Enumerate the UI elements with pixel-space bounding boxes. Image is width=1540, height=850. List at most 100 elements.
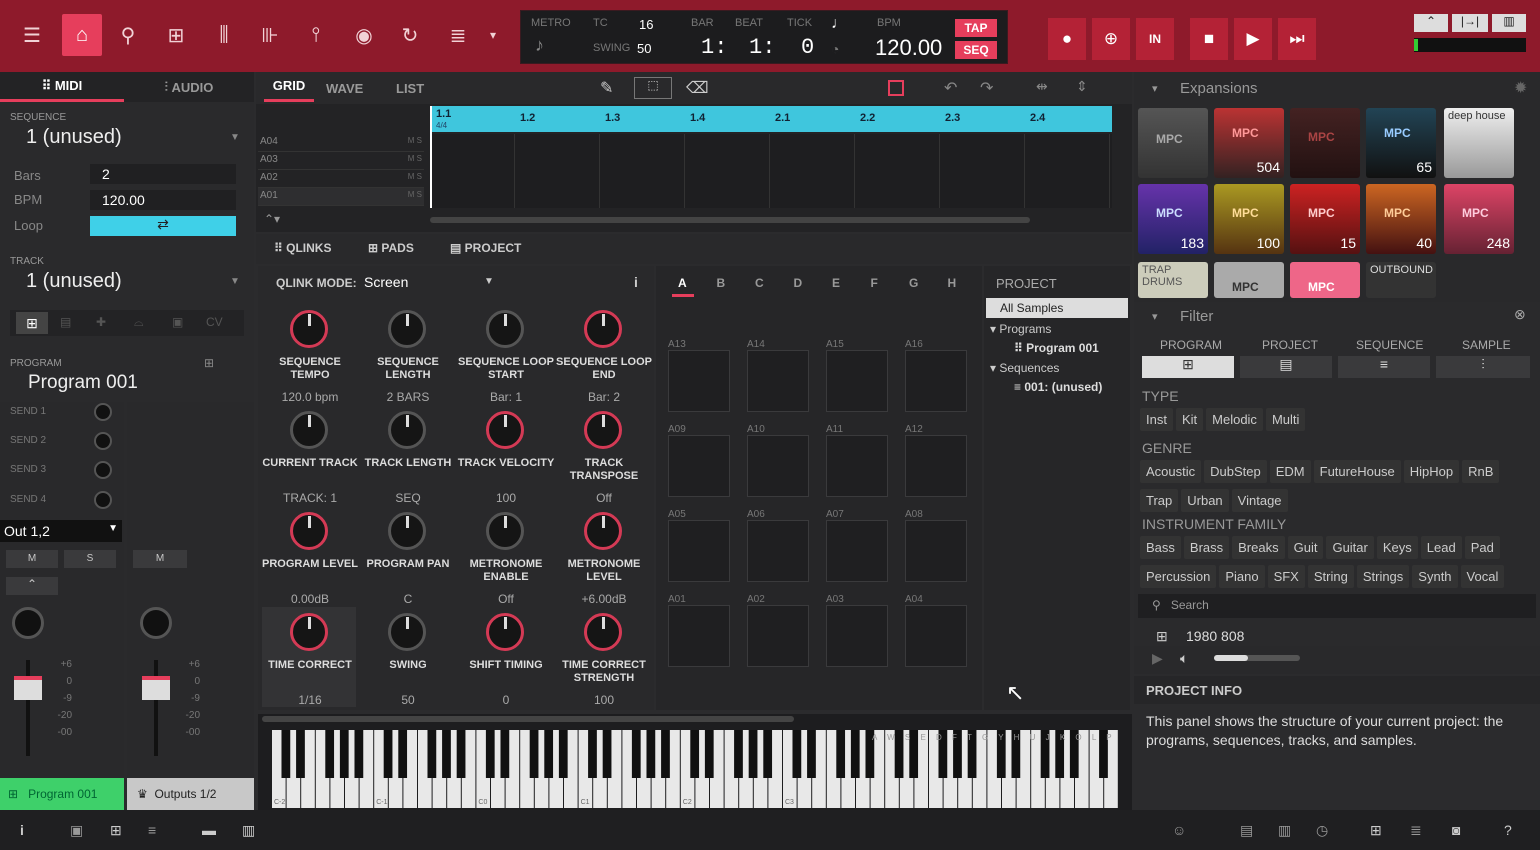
qlink-knob[interactable]	[388, 411, 426, 449]
record-button[interactable]: ●	[1048, 18, 1086, 60]
black-key[interactable]	[529, 730, 539, 778]
programs-node[interactable]: ▾ Programs	[990, 322, 1051, 336]
tick-value[interactable]: 0	[801, 35, 814, 60]
expansion-thumb[interactable]: deep house	[1444, 108, 1514, 178]
pad-a10[interactable]	[747, 435, 809, 497]
filter-chip[interactable]: Keys	[1376, 536, 1418, 559]
keyboard-icon[interactable]: ▥	[1492, 14, 1526, 32]
pad-grid-icon[interactable]: ⊞	[156, 14, 196, 56]
filter-chip[interactable]: Trap	[1140, 489, 1179, 512]
solo-button-1[interactable]: S	[64, 550, 116, 568]
mute-button-2[interactable]: M	[133, 550, 187, 568]
filter-chip[interactable]: HipHop	[1403, 460, 1460, 483]
filter-chip[interactable]: Multi	[1265, 408, 1306, 431]
qlink-knob[interactable]	[584, 512, 622, 550]
black-key[interactable]	[631, 730, 641, 778]
black-key[interactable]	[763, 730, 773, 778]
filter-chip[interactable]: Strings	[1356, 565, 1410, 588]
pad-a05[interactable]	[668, 520, 730, 582]
pad-bank-c[interactable]: C	[755, 276, 764, 290]
pad-bank-d[interactable]: D	[794, 276, 803, 290]
filter-chip[interactable]: DubStep	[1204, 460, 1267, 483]
pad-a15[interactable]	[826, 350, 888, 412]
pan-knob-1[interactable]	[12, 607, 44, 639]
info-icon[interactable]: i	[20, 822, 24, 838]
settings-icon[interactable]: ✹	[1514, 78, 1527, 98]
pad-a04[interactable]	[905, 605, 967, 667]
expansion-thumb[interactable]: MPC	[1290, 262, 1360, 298]
filter-chip[interactable]: String	[1307, 565, 1354, 588]
tab-grid[interactable]: GRID	[264, 78, 314, 102]
black-key[interactable]	[792, 730, 802, 778]
black-key[interactable]	[325, 730, 335, 778]
record-disc-icon[interactable]: ◉	[344, 14, 384, 56]
send-1-knob[interactable]	[94, 403, 112, 421]
expansion-thumb[interactable]: MPC 248	[1444, 184, 1514, 254]
record-arm-icon[interactable]	[888, 80, 904, 96]
filter-chip[interactable]: SFX	[1267, 565, 1305, 588]
bar-value[interactable]: 1:	[701, 35, 727, 60]
playhead[interactable]	[430, 106, 432, 208]
automation-icon[interactable]: ⌃	[6, 577, 58, 595]
grid-view-icon[interactable]: ⊞	[1370, 822, 1382, 839]
expansion-thumb[interactable]: MPC	[1138, 108, 1208, 178]
beat-value[interactable]: 1:	[749, 35, 775, 60]
sequences-node[interactable]: ▾ Sequences	[990, 361, 1059, 375]
expansion-thumb[interactable]: MPC 40	[1366, 184, 1436, 254]
channel-name-1[interactable]: ⊞ Program 001	[0, 778, 124, 810]
black-key[interactable]	[354, 730, 364, 778]
filter-chip[interactable]: Urban	[1181, 489, 1229, 512]
sample-edit-icon[interactable]: ⫼	[204, 14, 244, 56]
pad-bank-f[interactable]: F	[871, 276, 878, 290]
pad-bank-b[interactable]: B	[717, 276, 726, 290]
zoom-h-icon[interactable]: ⇹	[1036, 78, 1048, 95]
add-program-icon[interactable]: ⊞	[204, 356, 214, 370]
home-icon[interactable]: ⌂	[62, 14, 102, 56]
select-icon[interactable]: ⬚	[634, 77, 672, 99]
filter-chip[interactable]: Brass	[1183, 536, 1230, 559]
expansion-thumb[interactable]: OUTBOUND	[1366, 262, 1436, 298]
tab-audio[interactable]: ⫶ AUDIO	[124, 72, 254, 102]
loop-toggle[interactable]: ⇄	[90, 216, 236, 236]
input-button[interactable]: IN	[1136, 18, 1174, 60]
tc-value[interactable]: 16	[639, 17, 653, 32]
automation-icon[interactable]: ⌃▾	[264, 212, 280, 226]
filter-project-button[interactable]: ▤	[1240, 356, 1332, 378]
smile-icon[interactable]: ☺	[1172, 822, 1186, 838]
pad-bank-h[interactable]: H	[948, 276, 957, 290]
volume-icon[interactable]: 🔈︎	[1180, 650, 1188, 667]
list-icon[interactable]: ≡	[148, 822, 156, 838]
filter-chip[interactable]: Kit	[1175, 408, 1204, 431]
pad-a13[interactable]	[668, 350, 730, 412]
qlink-knob[interactable]	[584, 411, 622, 449]
qlink-knob[interactable]	[388, 512, 426, 550]
pad-bank-a[interactable]: A	[678, 276, 687, 290]
track-row[interactable]: A03 M S	[258, 152, 424, 170]
piano-keyboard[interactable]: C-2 C-1 C0 C1 C2 C3 A W S E D F T G Y H U J K …	[272, 730, 1118, 808]
pad-a07[interactable]	[826, 520, 888, 582]
send-4-knob[interactable]	[94, 491, 112, 509]
pad-a08[interactable]	[905, 520, 967, 582]
stop-button[interactable]: ■	[1190, 18, 1228, 60]
black-key[interactable]	[339, 730, 349, 778]
send-2-knob[interactable]	[94, 432, 112, 450]
black-key[interactable]	[383, 730, 393, 778]
filter-chip[interactable]: FutureHouse	[1313, 460, 1401, 483]
qlink-knob[interactable]	[486, 411, 524, 449]
filter-chip[interactable]: Vintage	[1231, 489, 1288, 512]
filter-chip[interactable]: Guitar	[1326, 536, 1374, 559]
bpm-value[interactable]: 120.00	[875, 35, 942, 61]
black-key[interactable]	[442, 730, 451, 778]
qlink-knob[interactable]	[584, 613, 622, 651]
eraser-icon[interactable]: ⌫	[686, 78, 709, 98]
collapse-icon[interactable]: ▾	[1152, 82, 1158, 95]
browser-icon[interactable]: ⚲	[108, 14, 148, 56]
play-button[interactable]: ▶	[1234, 18, 1272, 60]
filter-chip[interactable]: Synth	[1412, 565, 1458, 588]
file-icon[interactable]: ▤	[1240, 822, 1253, 839]
qlink-knob[interactable]	[584, 310, 622, 348]
redo-icon[interactable]: ↷	[980, 78, 993, 98]
black-key[interactable]	[456, 730, 466, 778]
black-key[interactable]	[807, 730, 816, 778]
black-key[interactable]	[850, 730, 860, 778]
